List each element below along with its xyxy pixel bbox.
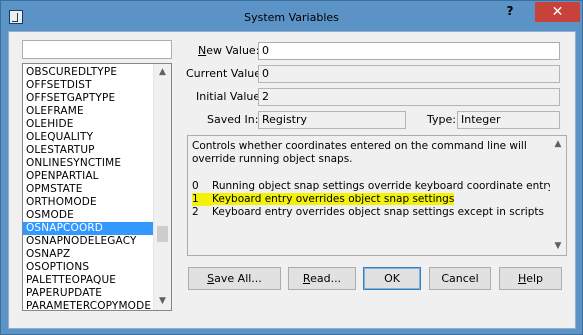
variable-list-item[interactable]: OLESTARTUP xyxy=(23,144,154,157)
description-scrollbar[interactable]: ▲ ▼ xyxy=(550,136,566,255)
close-button[interactable]: ✕ xyxy=(535,2,580,22)
variable-list-item[interactable]: OFFSETGAPTYPE xyxy=(23,92,154,105)
variable-list-item[interactable]: OLEQUALITY xyxy=(23,131,154,144)
variable-list-item[interactable]: ORTHOMODE xyxy=(23,196,154,209)
current-value-field: 0 xyxy=(258,65,560,83)
desc-scroll-up-icon[interactable]: ▲ xyxy=(550,136,566,153)
variable-list-item[interactable]: PALETTEOPAQUE xyxy=(23,274,154,287)
help-button[interactable]: Help xyxy=(499,267,562,290)
variable-search-input[interactable] xyxy=(22,40,172,59)
variable-list-item[interactable]: OPMSTATE xyxy=(23,183,154,196)
desc-scroll-down-icon[interactable]: ▼ xyxy=(550,238,566,255)
variable-list-item[interactable]: PARAMETERCOPYMODE xyxy=(23,300,154,310)
cancel-button[interactable]: Cancel xyxy=(429,267,491,290)
initial-value-label: Initial Value: xyxy=(196,90,264,103)
variable-list-item[interactable]: OPENPARTIAL xyxy=(23,170,154,183)
variable-list-item[interactable]: OBSCUREDLTYPE xyxy=(23,66,154,79)
saved-in-label: Saved In: xyxy=(207,113,259,126)
title-bar[interactable]: System Variables ? ✕ xyxy=(1,1,582,31)
variable-list-item[interactable]: ONLINESYNCTIME xyxy=(23,157,154,170)
dialog-body: OBSCUREDLTYPE OFFSETDIST OFFSETGAPTYPE OLEF… xyxy=(8,31,576,329)
title-help-button[interactable]: ? xyxy=(485,2,535,21)
variable-list-item[interactable]: OLEFRAME xyxy=(23,105,154,118)
variable-list[interactable]: OBSCUREDLTYPE OFFSETDIST OFFSETGAPTYPE OLEF… xyxy=(22,63,172,311)
scroll-up-icon[interactable]: ▲ xyxy=(154,64,171,81)
new-value-input[interactable]: 0 xyxy=(258,42,560,60)
saved-in-field: Registry xyxy=(258,111,406,129)
variable-list-item[interactable]: PAPERUPDATE xyxy=(23,287,154,300)
variable-list-item[interactable]: OSMODE xyxy=(23,209,154,222)
close-icon[interactable]: ✕ xyxy=(552,4,564,20)
initial-value-field: 2 xyxy=(258,88,560,106)
option-0: 0 Running object snap settings override k… xyxy=(192,180,554,192)
current-value-label: Current Value: xyxy=(186,67,265,80)
variable-list-item[interactable]: OFFSETDIST xyxy=(23,79,154,92)
ok-button[interactable]: OK xyxy=(363,267,421,290)
type-label: Type: xyxy=(427,113,456,126)
save-all-button[interactable]: Save All... xyxy=(188,267,281,290)
description-text: Controls whether coordinates entered on … xyxy=(192,140,527,165)
description-box: Controls whether coordinates entered on … xyxy=(187,135,567,256)
variable-list-item[interactable]: OSNAPNODELEGACY xyxy=(23,235,154,248)
variable-list-item[interactable]: OSNAPZ xyxy=(23,248,154,261)
new-value-label: New Value: xyxy=(198,44,260,57)
variable-list-items: OBSCUREDLTYPE OFFSETDIST OFFSETGAPTYPE OLEF… xyxy=(23,66,154,310)
variable-list-scrollbar[interactable]: ▲ ▼ xyxy=(153,64,171,310)
read-button[interactable]: Read... xyxy=(288,267,356,290)
type-field: Integer xyxy=(457,111,560,129)
variable-list-item[interactable]: OLEHIDE xyxy=(23,118,154,131)
option-2: 2 Keyboard entry overrides object snap se… xyxy=(192,206,544,218)
option-1-highlighted: 1 Keyboard entry overrides object snap se… xyxy=(192,193,455,206)
variable-list-item-selected[interactable]: OSNAPCOORD xyxy=(23,222,154,235)
variable-list-item[interactable]: OSOPTIONS xyxy=(23,261,154,274)
system-variables-dialog: System Variables ? ✕ OBSCUREDLTYPE OFFSET… xyxy=(0,0,583,335)
scroll-down-icon[interactable]: ▼ xyxy=(154,293,171,310)
scroll-thumb[interactable] xyxy=(157,226,168,242)
